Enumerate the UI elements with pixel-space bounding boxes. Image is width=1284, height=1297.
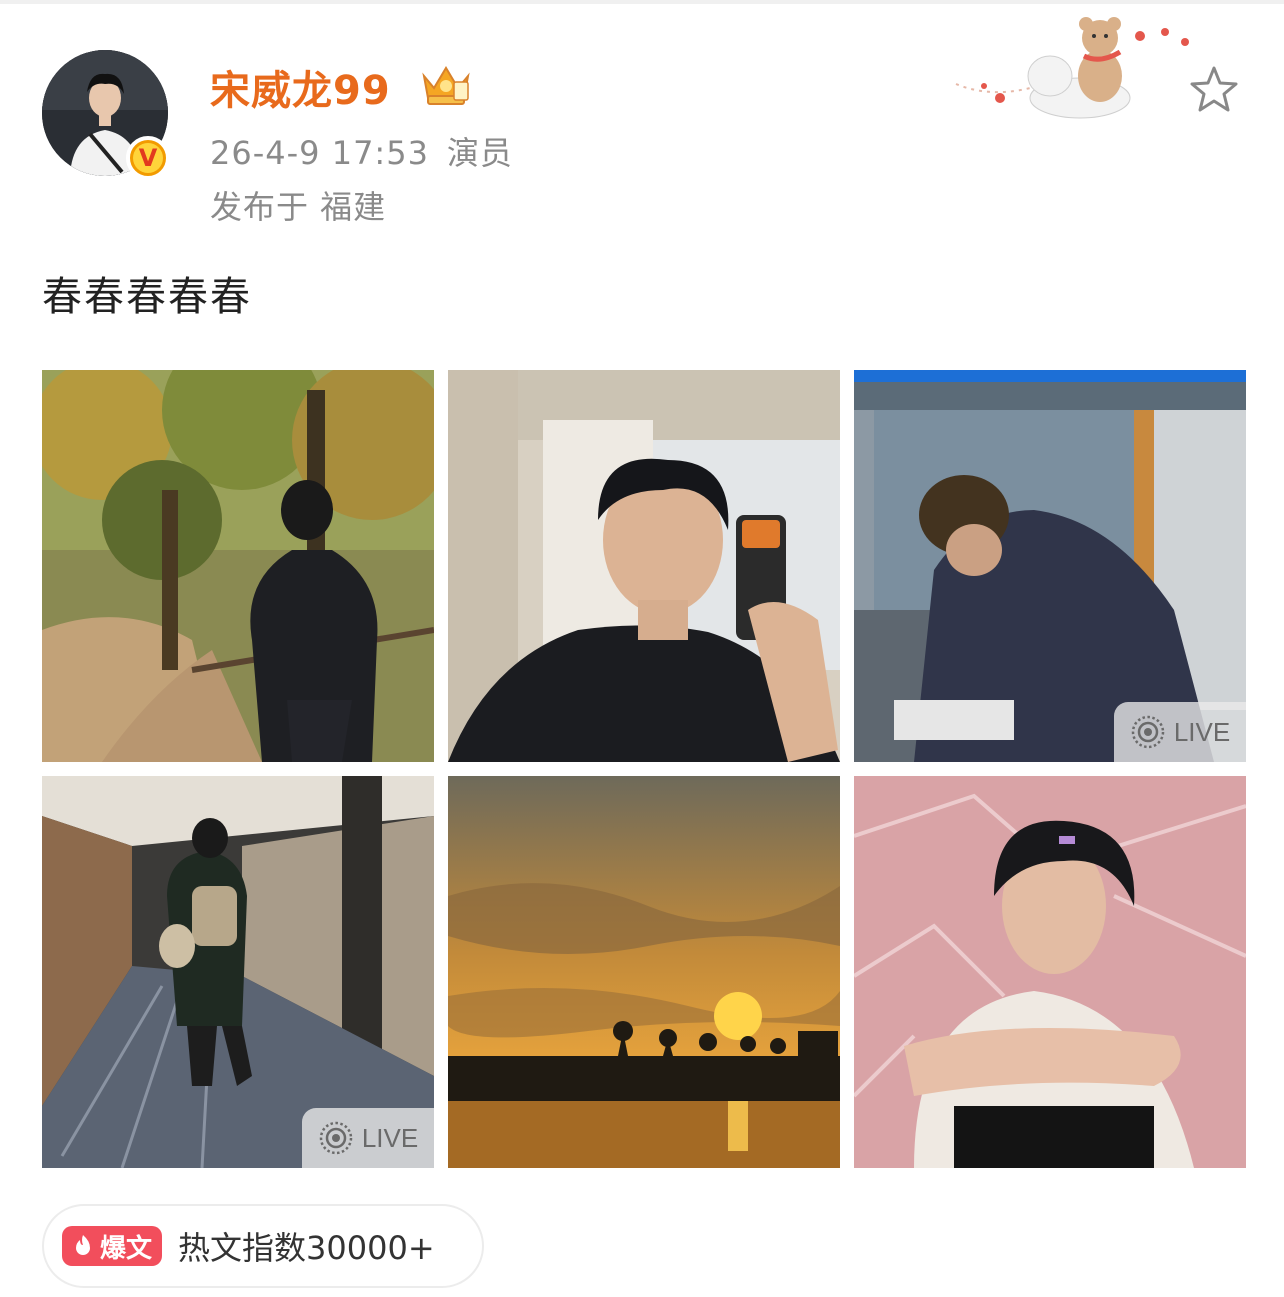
username[interactable]: 宋威龙99 bbox=[210, 58, 391, 116]
live-icon bbox=[319, 1121, 353, 1155]
decorative-bear-sticker bbox=[955, 17, 1189, 119]
post-meta: 26-4-9 17:53 演员 bbox=[210, 128, 513, 174]
hot-index-text: 热文指数30000+ bbox=[178, 1229, 435, 1267]
verified-badge-icon: V bbox=[126, 136, 170, 180]
live-label: LIVE bbox=[361, 1122, 419, 1153]
hot-index-pill[interactable]: 爆文 热文指数30000+ bbox=[42, 1204, 484, 1288]
mirror-selfie-photo[interactable] bbox=[448, 370, 840, 762]
pink-plastic-portrait-photo[interactable] bbox=[854, 776, 1246, 1168]
verified-badge-label: V bbox=[133, 143, 163, 173]
window-reflection-photo[interactable]: LIVE bbox=[854, 370, 1246, 762]
hotel-corridor-photo[interactable]: LIVE bbox=[42, 776, 434, 1168]
crown-badge-icon[interactable] bbox=[418, 60, 474, 108]
hot-badge: 爆文 bbox=[62, 1226, 163, 1266]
hot-badge-label: 爆文 bbox=[100, 1233, 153, 1264]
sunset-lake-photo[interactable] bbox=[448, 776, 840, 1168]
top-divider bbox=[0, 0, 1284, 4]
star-icon[interactable] bbox=[1186, 62, 1242, 118]
photo-grid: LIVE LIVE bbox=[42, 370, 1246, 1168]
live-badge[interactable]: LIVE bbox=[302, 1108, 434, 1168]
live-badge[interactable]: LIVE bbox=[1114, 702, 1246, 762]
forest-path-photo[interactable] bbox=[42, 370, 434, 762]
post-time: 26-4-9 17:53 bbox=[210, 134, 429, 172]
user-role: 演员 bbox=[446, 134, 513, 172]
post-text: 春春春春春 bbox=[42, 274, 252, 320]
fire-icon bbox=[76, 1235, 90, 1255]
post-location: 发布于 福建 bbox=[210, 188, 387, 226]
live-icon bbox=[1131, 715, 1165, 749]
live-label: LIVE bbox=[1173, 716, 1231, 747]
